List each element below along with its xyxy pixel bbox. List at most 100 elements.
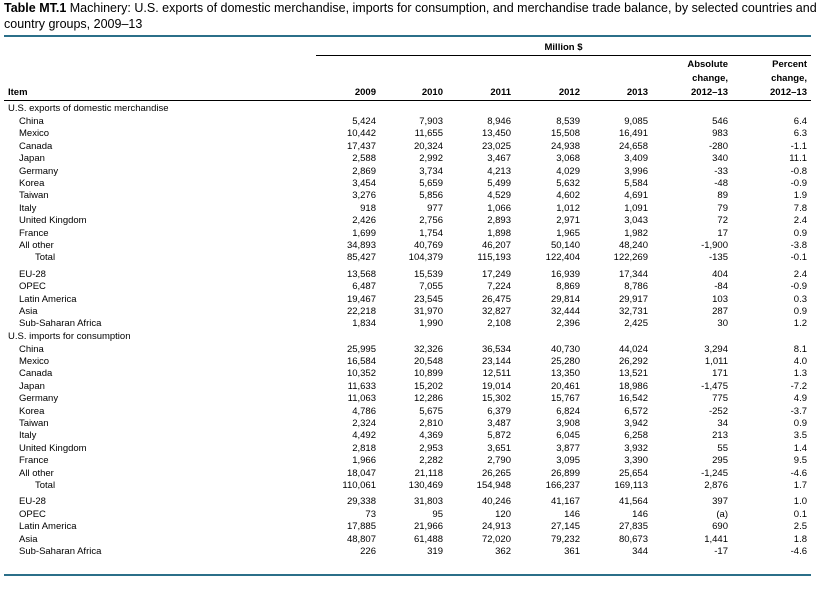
value-cell: 983 [712, 128, 728, 140]
value-cell: -280 [708, 140, 728, 152]
value-cell: 34,893 [346, 239, 376, 251]
value-cell: 18,047 [346, 467, 376, 479]
value-cell: 3,294 [704, 343, 728, 355]
value-cell: 13,521 [618, 368, 648, 380]
value-cell: 344 [632, 546, 648, 557]
value-cell: 79 [717, 202, 728, 214]
value-cell: 2.4 [793, 268, 807, 280]
value-cell: 1.4 [793, 442, 807, 454]
row-label: United Kingdom [19, 215, 87, 227]
value-cell: 213 [712, 430, 728, 442]
section-title: U.S. imports for consumption [8, 330, 131, 342]
value-cell: 24,913 [481, 521, 511, 533]
value-cell: -0.9 [790, 281, 807, 293]
value-cell: 146 [564, 508, 580, 520]
value-cell: 2,588 [352, 153, 376, 165]
year-header-2012: 2012 [558, 87, 580, 98]
value-cell: 319 [427, 546, 443, 557]
value-cell: 2,282 [419, 455, 443, 467]
value-cell: 3,043 [624, 215, 648, 227]
value-cell: 7,055 [419, 281, 443, 293]
table-title: Table MT.1 Machinery: U.S. exports of do… [4, 0, 830, 32]
value-cell: 4,529 [487, 190, 511, 202]
value-cell: -0.8 [790, 165, 807, 177]
value-cell: 404 [712, 268, 728, 280]
value-cell: 8.1 [793, 343, 807, 355]
table-title-text-line2: country groups, 2009–13 [4, 17, 143, 31]
value-cell: 48,807 [346, 533, 376, 545]
value-cell: 2,426 [352, 215, 376, 227]
value-cell: 55 [717, 442, 728, 454]
value-cell: 11.1 [789, 153, 807, 165]
row-label: Mexico [19, 356, 50, 367]
value-cell: 546 [712, 115, 728, 127]
value-cell: 1,834 [352, 318, 376, 330]
value-cell: 1,965 [556, 227, 580, 239]
value-cell: 22,218 [346, 305, 376, 317]
value-cell: 24,658 [618, 140, 648, 152]
unit-rule [316, 55, 811, 56]
value-cell: 4,213 [487, 165, 511, 177]
value-cell: 3,996 [624, 165, 648, 177]
value-cell: 1,898 [487, 227, 511, 239]
value-cell: -4.6 [790, 467, 807, 479]
value-cell: 11,063 [347, 393, 376, 405]
value-cell: 2,324 [352, 418, 376, 429]
row-label: All other [19, 239, 54, 251]
value-cell: 31,803 [413, 496, 443, 508]
value-cell: 12,286 [413, 393, 443, 405]
value-cell: 1,699 [352, 227, 376, 239]
pct-change-header-1: Percent [772, 59, 807, 70]
value-cell: 16,491 [618, 128, 648, 140]
value-cell: 7.8 [793, 202, 807, 214]
value-cell: 361 [564, 546, 580, 557]
value-cell: 4,602 [556, 190, 580, 202]
year-header-2011: 2011 [490, 87, 511, 98]
value-cell: 32,444 [550, 305, 580, 317]
value-cell: 3.5 [793, 430, 807, 442]
value-cell: 130,469 [408, 480, 443, 491]
value-cell: 226 [360, 546, 376, 557]
row-label: Germany [19, 165, 59, 177]
value-cell: 3,908 [556, 418, 580, 429]
value-cell: 26,475 [481, 293, 511, 305]
value-cell: 1.8 [793, 533, 807, 545]
value-cell: 23,545 [413, 293, 443, 305]
value-cell: -33 [714, 165, 728, 177]
value-cell: -3.7 [790, 405, 807, 417]
row-label: EU-28 [19, 496, 46, 508]
value-cell: 21,966 [413, 521, 443, 533]
value-cell: 29,917 [618, 293, 648, 305]
value-cell: 6,487 [352, 281, 376, 293]
value-cell: 20,324 [413, 140, 443, 152]
value-cell: -252 [708, 405, 728, 417]
value-cell: 4,691 [624, 190, 648, 202]
value-cell: 1,441 [704, 533, 728, 545]
value-cell: 8,539 [556, 115, 580, 127]
row-label: OPEC [19, 508, 46, 520]
value-cell: 2,396 [556, 318, 580, 330]
value-cell: 5,632 [556, 177, 580, 189]
value-cell: 287 [712, 305, 728, 317]
value-cell: -0.1 [790, 252, 807, 264]
value-cell: 3,651 [487, 442, 511, 454]
row-label: China [19, 115, 44, 127]
value-cell: 40,769 [413, 239, 443, 251]
value-cell: 169,113 [614, 480, 648, 491]
row-label: Italy [19, 202, 37, 214]
row-label: Germany [19, 393, 59, 405]
bottom-rule [4, 574, 811, 576]
value-cell: 40,730 [550, 343, 580, 355]
value-cell: 8,946 [487, 115, 511, 127]
row-label: Korea [19, 405, 45, 417]
value-cell: 6,824 [556, 405, 580, 417]
value-cell: 27,145 [550, 521, 580, 533]
row-label: Taiwan [19, 418, 49, 429]
row-label: All other [19, 467, 54, 479]
value-cell: -1,245 [701, 467, 728, 479]
value-cell: 17,344 [618, 268, 648, 280]
value-cell: 15,202 [413, 380, 443, 392]
value-cell: 23,025 [481, 140, 511, 152]
value-cell: 1,012 [556, 202, 580, 214]
value-cell: 10,899 [413, 368, 443, 380]
